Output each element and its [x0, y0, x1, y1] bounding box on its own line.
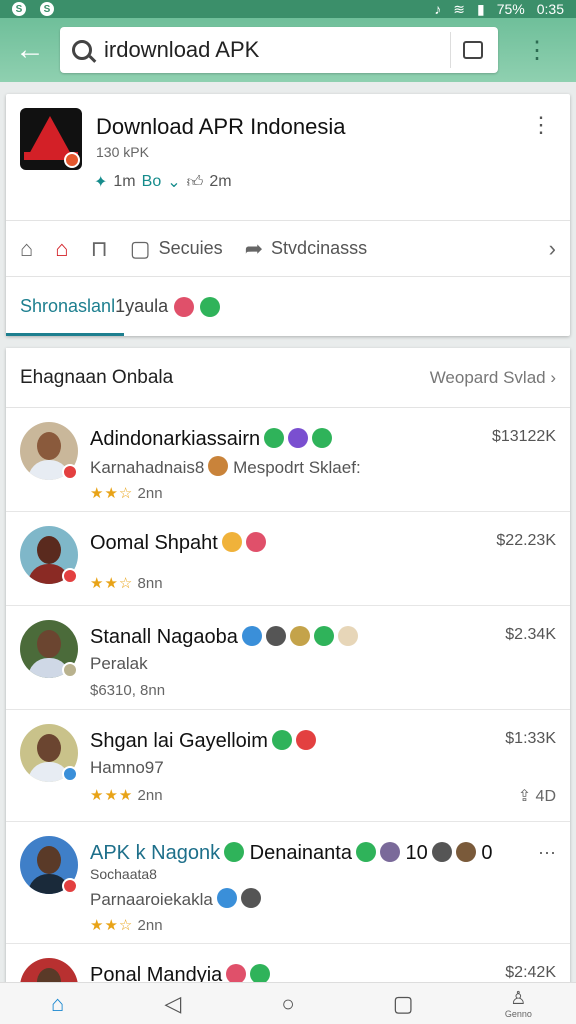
status-badge-icon — [62, 464, 78, 480]
list-title: Ehagnaan Onbala — [20, 366, 174, 388]
row-subtitle-2: Parnaaroiekakla — [90, 888, 261, 910]
home-icon: ⌂ — [50, 990, 65, 1016]
person-icon: ♙ — [510, 988, 527, 1008]
row-name: Shgan lai Gayelloim — [90, 730, 316, 753]
meta-c: 2m — [209, 173, 232, 190]
results-list: Ehagnaan Onbala Weopard Svlad › Adindona… — [6, 348, 570, 988]
share-label: Stvdcinasss — [271, 238, 368, 258]
app-title: Download APR Indonesia — [96, 114, 346, 139]
share-icon: ➦ — [244, 235, 264, 261]
row-meta: ★★☆ 2nn — [90, 485, 163, 502]
house-red-icon: ⌂ — [55, 235, 69, 261]
row-more-button[interactable]: ··· — [538, 842, 556, 863]
app-more-button[interactable]: ⋮ — [530, 112, 552, 138]
share-action[interactable]: ➦ Stvdcinasss — [245, 236, 367, 262]
meta-a: 1m — [113, 173, 136, 190]
search-icon — [72, 40, 92, 60]
lens-icon — [462, 41, 483, 59]
circle-icon: ○ — [281, 990, 295, 1016]
row-name: Adindonarkiassairn — [90, 428, 333, 451]
nav-home[interactable]: ⌂ — [28, 983, 88, 1024]
status-bar: S S ♪ ≋ ▮ 75% 0:35 — [0, 0, 576, 18]
emoji-icon — [174, 296, 195, 317]
tab-active[interactable]: Shronaslanl — [20, 296, 115, 317]
row-meta: $6310, 8nn — [90, 682, 166, 699]
home-action[interactable]: ⌂ — [20, 236, 33, 262]
nav-back[interactable]: ◁ — [143, 983, 203, 1024]
row-price: $1:33K — [505, 730, 556, 747]
row-subtitle: Sochaata8 — [90, 866, 157, 882]
nav-recents[interactable]: ▢ — [373, 983, 433, 1024]
nav-home-circle[interactable]: ○ — [258, 983, 318, 1024]
row-meta: ★★☆ 8nn — [90, 575, 163, 592]
wifi-icon: ≋ — [453, 0, 465, 17]
nav-profile[interactable]: ♙ Genno — [488, 983, 548, 1024]
search-box[interactable] — [60, 27, 498, 73]
status-badge-icon — [62, 878, 78, 894]
row-meta: ★★★ 2nn — [90, 787, 163, 804]
tab-indicator — [6, 333, 124, 336]
list-item[interactable]: Adindonarkiassairn Karnahadnais8 Mespodr… — [6, 408, 570, 512]
square-icon: ▢ — [129, 235, 151, 261]
tab-secondary[interactable]: 1yaula — [115, 296, 168, 317]
app-logo — [20, 108, 82, 170]
square-icon: ▢ — [392, 990, 414, 1016]
app-size: 130 kPK — [96, 144, 149, 160]
app-meta: ✦ 1m Bo ⌄ 👍︎ 2m — [94, 172, 232, 192]
row-name: APK k Nagonk Denainanta 10 0 — [90, 842, 493, 864]
share-count[interactable]: ⇪ 4D — [518, 786, 556, 806]
status-badge-icon — [62, 568, 78, 584]
notification-icon: S — [40, 2, 54, 16]
meta-b[interactable]: Bo — [142, 173, 162, 191]
rating-icon: ✦ — [94, 174, 108, 191]
battery-level: 75% — [496, 1, 525, 17]
search-toolbar: ← ⋮ — [0, 18, 576, 82]
clock: 0:35 — [536, 1, 564, 17]
action-row: ⌂ ⌂ ⊓ ▢ Secuies ➦ Stvdcinasss › — [6, 220, 570, 276]
verified-badge-icon — [64, 152, 80, 168]
chevron-right-icon[interactable]: › — [549, 236, 556, 262]
list-item[interactable]: Oomal Shpaht ★★☆ 8nn $22.23K — [6, 512, 570, 606]
notification-icon: S — [12, 2, 26, 16]
signal-icon: ▮ — [477, 0, 485, 17]
row-price: $2.34K — [505, 626, 556, 643]
check-icon — [200, 296, 221, 317]
lens-button[interactable] — [450, 32, 486, 68]
list-action-link[interactable]: Weopard Svlad › — [430, 368, 556, 388]
share-icon: ⇪ — [517, 788, 532, 805]
mute-icon: ♪ — [434, 1, 442, 17]
overflow-menu-button[interactable]: ⋮ — [498, 36, 576, 65]
row-name: Stanall Nagaoba — [90, 626, 358, 649]
row-subtitle: Peralak — [90, 654, 148, 673]
row-subtitle: Karnahadnais8 Mespodrt Sklaef: — [90, 456, 361, 477]
services-label: Secuies — [158, 238, 223, 258]
chevron-down-icon: ⌄ — [167, 174, 181, 191]
row-meta: ★★☆ 2nn — [90, 917, 163, 934]
list-item[interactable]: Shgan lai Gayelloim Hamno97 ★★★ 2nn $1:3… — [6, 710, 570, 822]
row-subtitle: Hamno97 — [90, 758, 164, 777]
status-badge-icon — [62, 662, 78, 678]
search-input[interactable] — [104, 37, 444, 63]
tab-row: Shronaslanl 1yaula — [6, 276, 570, 336]
status-badge-icon — [62, 766, 78, 782]
services-action[interactable]: ▢ Secuies — [130, 236, 223, 262]
bookmark-action[interactable]: ⊓ — [91, 236, 108, 262]
row-price: $13122K — [491, 428, 556, 445]
bottom-nav: ⌂ ◁ ○ ▢ ♙ Genno — [0, 982, 576, 1024]
triangle-back-icon: ◁ — [164, 990, 182, 1016]
row-name: Oomal Shpaht — [90, 532, 266, 555]
back-button[interactable]: ← — [0, 18, 60, 82]
row-price: $22.23K — [496, 532, 556, 549]
app-card: Download APR Indonesia 130 kPK ✦ 1m Bo ⌄… — [6, 94, 570, 336]
store-action[interactable]: ⌂ — [55, 236, 68, 262]
home-icon: ⌂ — [20, 235, 34, 261]
back-arrow-icon: ← — [15, 33, 45, 66]
bookmark-icon: ⊓ — [90, 235, 108, 261]
thumbs-up-icon: 👍︎ — [186, 173, 204, 191]
list-header: Ehagnaan Onbala Weopard Svlad › — [6, 348, 570, 408]
row-price: $2:42K — [505, 964, 556, 981]
list-item[interactable]: APK k Nagonk Denainanta 10 0 Sochaata8 P… — [6, 822, 570, 944]
list-item[interactable]: Stanall Nagaoba Peralak $6310, 8nn $2.34… — [6, 606, 570, 710]
